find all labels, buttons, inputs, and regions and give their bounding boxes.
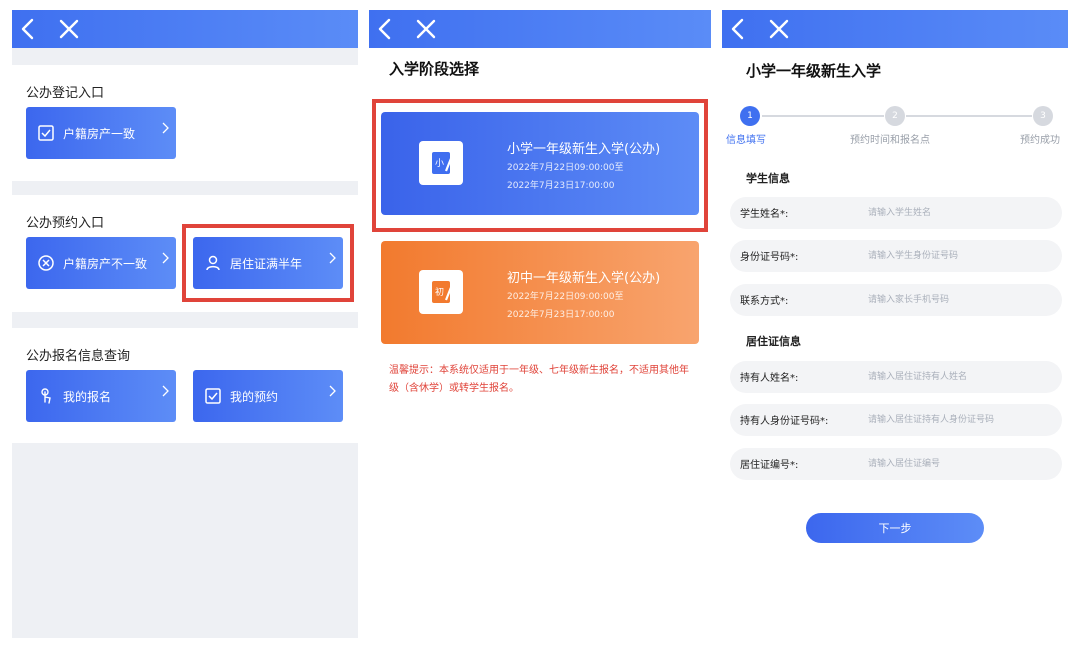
student-id-field: 身份证号码*: bbox=[730, 240, 1062, 272]
step-1-dot: 1 bbox=[740, 106, 760, 126]
student-id-input[interactable] bbox=[868, 246, 1054, 266]
back-icon[interactable] bbox=[726, 16, 752, 42]
field-label: 居住证编号*: bbox=[740, 460, 799, 471]
top-bar bbox=[722, 10, 1068, 48]
field-label: 身份证号码*: bbox=[740, 252, 799, 263]
button-label: 户籍房产不一致 bbox=[63, 256, 148, 271]
my-registration-button[interactable]: 我的报名 bbox=[26, 370, 176, 422]
holder-name-input[interactable] bbox=[868, 367, 1054, 387]
close-icon[interactable] bbox=[766, 16, 792, 42]
registration-card: 公办登记入口 户籍房产一致 bbox=[12, 65, 358, 181]
page-title: 小学一年级新生入学 bbox=[746, 62, 882, 80]
entry-screen: 公办登记入口 户籍房产一致 公办预约入口 户籍房产不一致 居住证满半年 公办报名… bbox=[12, 10, 358, 638]
appointment-card: 公办预约入口 户籍房产不一致 居住证满半年 bbox=[12, 195, 358, 312]
household-consistent-button[interactable]: 户籍房产一致 bbox=[26, 107, 176, 159]
middle-school-icon: 初 bbox=[419, 270, 463, 314]
page-title: 入学阶段选择 bbox=[389, 60, 480, 78]
chevron-right-icon bbox=[329, 385, 336, 397]
residence-section-title: 居住证信息 bbox=[746, 335, 801, 348]
stage-select-screen: 入学阶段选择 小 小学一年级新生入学(公办) 2022年7月22日09:00:0… bbox=[369, 10, 711, 638]
holder-id-field: 持有人身份证号码*: bbox=[730, 404, 1062, 436]
holder-name-field: 持有人姓名*: bbox=[730, 361, 1062, 393]
x-circle-icon bbox=[38, 255, 54, 271]
chevron-right-icon bbox=[162, 385, 169, 397]
field-label: 联系方式*: bbox=[740, 296, 789, 307]
chevron-right-icon bbox=[162, 122, 169, 134]
stage-end-time: 2022年7月23日17:00:00 bbox=[507, 310, 615, 320]
checkbox-icon bbox=[205, 388, 221, 404]
student-name-input[interactable] bbox=[868, 203, 1054, 223]
field-label: 学生姓名*: bbox=[740, 209, 789, 220]
stage-name: 初中一年级新生入学(公办) bbox=[507, 271, 661, 286]
my-appointment-button[interactable]: 我的预约 bbox=[193, 370, 343, 422]
student-name-field: 学生姓名*: bbox=[730, 197, 1062, 229]
step-connector bbox=[906, 115, 1032, 117]
step-2-dot: 2 bbox=[885, 106, 905, 126]
top-bar bbox=[369, 10, 711, 48]
registration-title: 公办登记入口 bbox=[26, 86, 105, 101]
stage-start-time: 2022年7月22日09:00:00至 bbox=[507, 163, 624, 173]
info-form-screen: 小学一年级新生入学 1 2 3 信息填写 预约时间和报名点 预约成功 学生信息 … bbox=[722, 10, 1068, 638]
step-connector bbox=[762, 115, 884, 117]
close-icon[interactable] bbox=[56, 16, 82, 42]
warm-tip: 温馨提示：本系统仅适用于一年级、七年级新生报名，不适用其他年级（含休学）或转学生… bbox=[389, 365, 689, 394]
button-label: 户籍房产一致 bbox=[63, 126, 136, 141]
svg-text:小: 小 bbox=[435, 158, 444, 169]
step-3-dot: 3 bbox=[1033, 106, 1053, 126]
appointment-title: 公办预约入口 bbox=[26, 216, 105, 231]
field-label: 持有人身份证号码*: bbox=[740, 416, 829, 427]
close-icon[interactable] bbox=[413, 16, 439, 42]
button-label: 我的报名 bbox=[63, 389, 112, 404]
field-label: 持有人姓名*: bbox=[740, 373, 799, 384]
contact-field: 联系方式*: bbox=[730, 284, 1062, 316]
hand-pointer-icon bbox=[41, 388, 51, 404]
primary-school-icon: 小 bbox=[419, 141, 463, 185]
holder-id-input[interactable] bbox=[868, 410, 1054, 430]
permit-number-input[interactable] bbox=[868, 454, 1054, 474]
step-2-label: 预约时间和报名点 bbox=[850, 135, 930, 146]
highlight-box bbox=[182, 224, 354, 302]
button-label: 我的预约 bbox=[230, 389, 279, 404]
permit-number-field: 居住证编号*: bbox=[730, 448, 1062, 480]
query-card: 公办报名信息查询 我的报名 我的预约 bbox=[12, 328, 358, 443]
next-step-button[interactable]: 下一步 bbox=[806, 513, 984, 543]
step-3-label: 预约成功 bbox=[1020, 135, 1060, 146]
contact-input[interactable] bbox=[868, 290, 1054, 310]
student-section-title: 学生信息 bbox=[746, 172, 790, 185]
chevron-right-icon bbox=[162, 252, 169, 264]
top-bar bbox=[12, 10, 358, 48]
stage-name: 小学一年级新生入学(公办) bbox=[507, 142, 661, 157]
stage-end-time: 2022年7月23日17:00:00 bbox=[507, 181, 615, 191]
stage-card-primary[interactable]: 小 小学一年级新生入学(公办) 2022年7月22日09:00:00至 2022… bbox=[381, 112, 699, 215]
step-1-label: 信息填写 bbox=[726, 135, 766, 146]
back-icon[interactable] bbox=[16, 16, 42, 42]
stage-start-time: 2022年7月22日09:00:00至 bbox=[507, 292, 624, 302]
back-icon[interactable] bbox=[373, 16, 399, 42]
svg-text:初: 初 bbox=[435, 286, 444, 298]
query-title: 公办报名信息查询 bbox=[26, 349, 131, 364]
household-inconsistent-button[interactable]: 户籍房产不一致 bbox=[26, 237, 176, 289]
checkbox-icon bbox=[38, 125, 54, 141]
stage-card-middle[interactable]: 初 初中一年级新生入学(公办) 2022年7月22日09:00:00至 2022… bbox=[381, 241, 699, 344]
